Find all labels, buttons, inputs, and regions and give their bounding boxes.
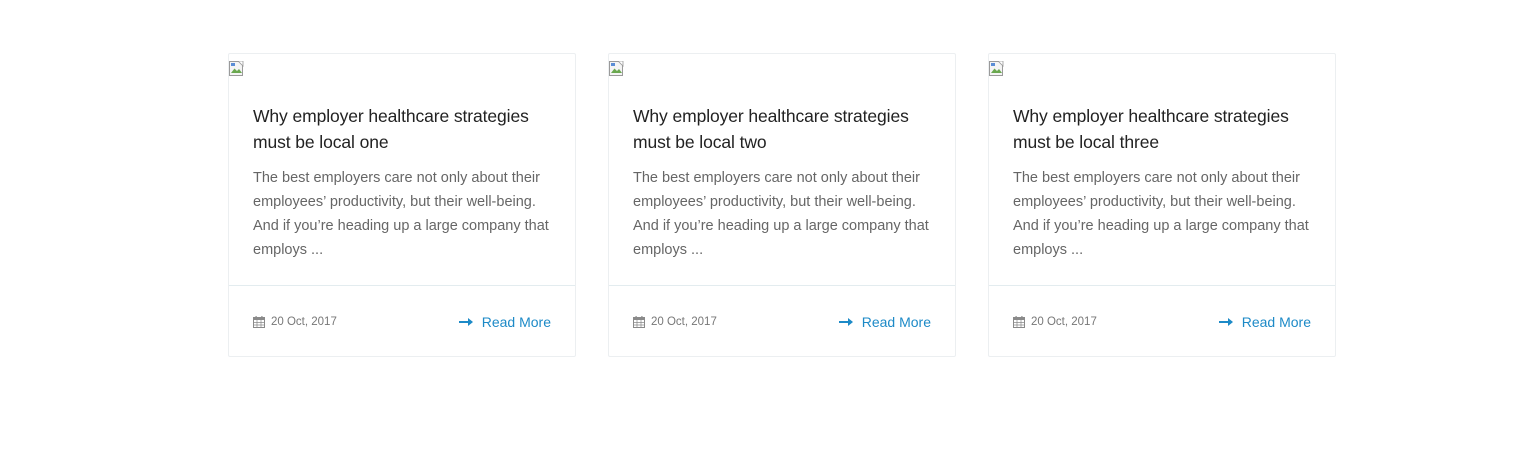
calendar-icon: [1013, 316, 1025, 328]
post-excerpt: The best employers care not only about t…: [253, 170, 549, 258]
read-more-link[interactable]: Read More: [838, 314, 931, 330]
card-divider: [229, 285, 575, 286]
blog-card: Why employer healthcare strategies must …: [228, 53, 576, 357]
broken-image-icon[interactable]: [229, 61, 245, 77]
card-divider: [989, 285, 1335, 286]
post-date: 20 Oct, 2017: [1013, 316, 1097, 328]
read-more-link[interactable]: Read More: [458, 314, 551, 330]
post-date: 20 Oct, 2017: [253, 316, 337, 328]
arrow-right-icon: [838, 318, 853, 326]
post-date-text: 20 Oct, 2017: [651, 316, 717, 328]
post-title[interactable]: Why employer healthcare strategies must …: [253, 103, 553, 155]
calendar-icon: [633, 316, 645, 328]
card-divider: [609, 285, 955, 286]
post-excerpt: The best employers care not only about t…: [1013, 170, 1309, 258]
post-title[interactable]: Why employer healthcare strategies must …: [1013, 103, 1313, 155]
read-more-label[interactable]: Read More: [482, 314, 551, 330]
arrow-right-icon: [1218, 318, 1233, 326]
blog-card: Why employer healthcare strategies must …: [988, 53, 1336, 357]
read-more-label[interactable]: Read More: [862, 314, 931, 330]
blog-card: Why employer healthcare strategies must …: [608, 53, 956, 357]
post-date: 20 Oct, 2017: [633, 316, 717, 328]
post-date-text: 20 Oct, 2017: [271, 316, 337, 328]
post-title[interactable]: Why employer healthcare strategies must …: [633, 103, 933, 155]
post-date-text: 20 Oct, 2017: [1031, 316, 1097, 328]
arrow-right-icon: [458, 318, 473, 326]
broken-image-icon[interactable]: [989, 61, 1005, 77]
read-more-link[interactable]: Read More: [1218, 314, 1311, 330]
read-more-label[interactable]: Read More: [1242, 314, 1311, 330]
broken-image-icon[interactable]: [609, 61, 625, 77]
calendar-icon: [253, 316, 265, 328]
post-excerpt: The best employers care not only about t…: [633, 170, 929, 258]
blog-posts-section: Why employer healthcare strategies must …: [0, 0, 1529, 461]
